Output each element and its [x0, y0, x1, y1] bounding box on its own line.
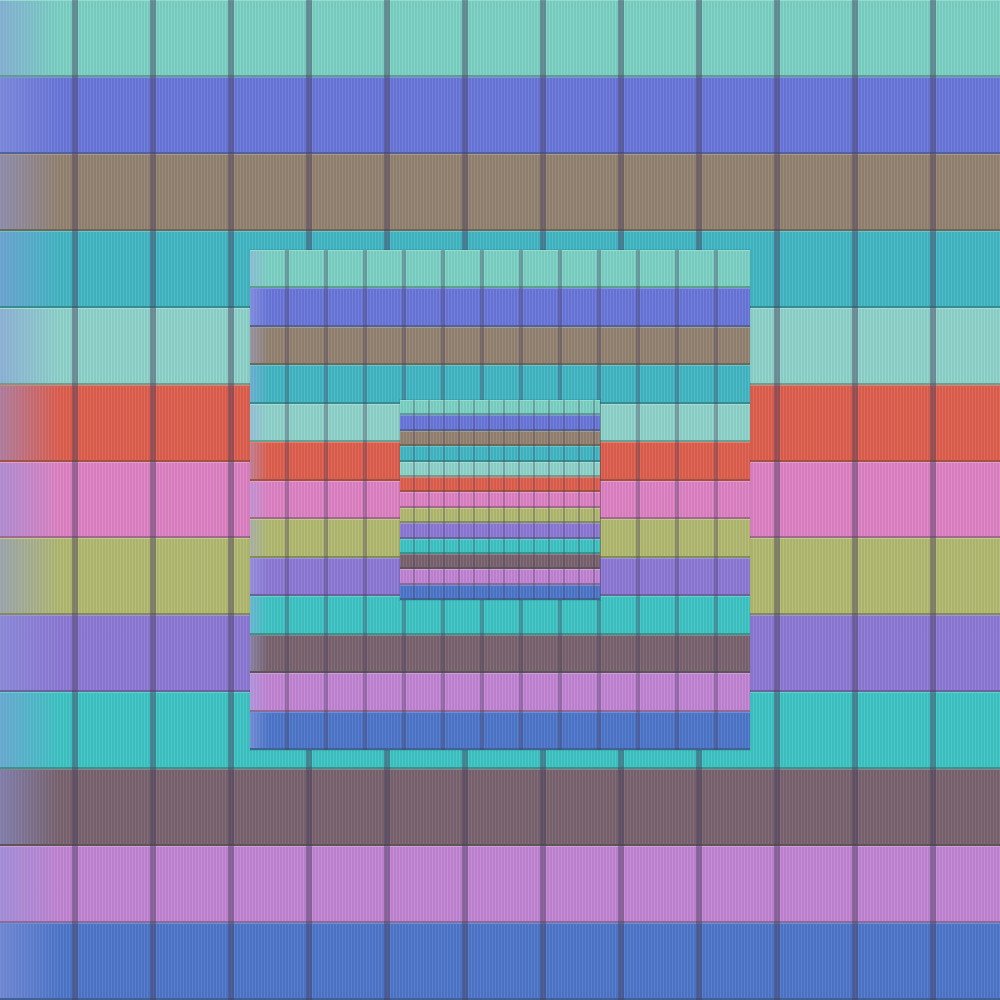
middle-stripe: [250, 365, 750, 404]
inner-stripe: [400, 584, 600, 600]
inner-stripe: [400, 553, 600, 570]
outer-stripe: [0, 846, 1000, 924]
middle-stripe: [250, 673, 750, 712]
inner-stripe: [400, 492, 600, 508]
outer-stripe: [0, 0, 1000, 77]
inner-stripe: [400, 461, 600, 477]
middle-stripe: [250, 711, 750, 750]
inner-stripe: [400, 400, 600, 416]
inner-stripe-layer: [400, 400, 600, 600]
outer-stripe: [0, 923, 1000, 1000]
inner-stripe: [400, 415, 600, 431]
inner-stripe: [400, 538, 600, 554]
middle-stripe: [250, 288, 750, 327]
inner-stripe: [400, 446, 600, 462]
recursive-stripe-canvas: [0, 0, 1000, 1000]
inner-stripe: [400, 507, 600, 524]
middle-stripe: [250, 634, 750, 674]
middle-stripe: [250, 596, 750, 635]
inner-stripe: [400, 523, 600, 539]
inner-stripe: [400, 430, 600, 447]
outer-stripe: [0, 153, 1000, 231]
outer-stripe: [0, 769, 1000, 847]
middle-stripe: [250, 326, 750, 366]
middle-stripe: [250, 250, 750, 289]
inner-stripe: [400, 569, 600, 585]
inner-stripe: [400, 476, 600, 493]
outer-stripe: [0, 76, 1000, 154]
